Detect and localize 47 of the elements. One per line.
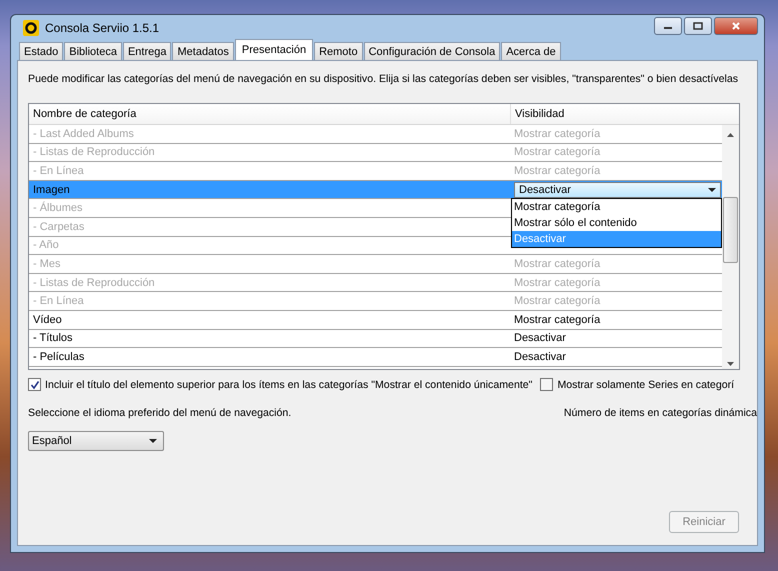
visibility-dropdown[interactable]: Desactivar — [514, 182, 721, 198]
tab[interactable]: Biblioteca — [64, 42, 122, 60]
scroll-thumb[interactable] — [723, 196, 738, 262]
category-cell[interactable]: Vídeo — [29, 310, 511, 329]
category-cell[interactable]: Imagen — [29, 180, 511, 198]
scroll-up-icon[interactable] — [727, 133, 734, 137]
checkbox-label: Incluir el título del elemento superior para los ítems en las categorías "Mostrar el contenido únicamente" — [45, 378, 532, 390]
tab[interactable]: Metadatos — [172, 42, 234, 60]
visibility-cell-text: Desactivar — [513, 350, 567, 365]
category-cell[interactable]: - Títulos — [29, 330, 511, 348]
tab[interactable]: Estado — [19, 42, 64, 60]
visibility-cell-text: Mostrar categoría — [513, 294, 602, 310]
visibility-cell-text: Mostrar categoría — [513, 256, 602, 272]
language-dropdown[interactable]: Español — [28, 431, 164, 451]
dynamic-items-label: Número de items en categorías dinámica — [564, 407, 757, 419]
app-logo-icon — [23, 20, 39, 36]
language-label: Seleccione el idioma preferido del menú de navegación. — [28, 407, 292, 419]
vertical-scrollbar[interactable] — [722, 125, 739, 369]
tab[interactable]: Entrega — [122, 42, 172, 60]
checkbox-label: Mostrar solamente Series en categorí — [557, 378, 734, 390]
checkbox[interactable] — [28, 378, 41, 391]
maximize-button[interactable] — [684, 17, 712, 35]
dropdown-option[interactable]: Mostrar sólo el contenido — [512, 215, 721, 232]
visibility-cell-text: Desactivar — [513, 331, 567, 346]
maximize-icon — [693, 22, 703, 30]
column-header: Visibilidad — [514, 107, 566, 122]
close-icon — [731, 22, 741, 30]
visibility-cell-text: Mostrar categoría — [513, 164, 602, 179]
tab[interactable]: Remoto — [314, 42, 363, 60]
category-cell[interactable]: - Películas — [29, 348, 511, 366]
dropdown-option[interactable]: Mostrar categoría — [512, 199, 721, 216]
checkbox[interactable] — [540, 378, 554, 391]
close-button[interactable] — [714, 17, 758, 35]
minimize-button[interactable] — [654, 17, 682, 35]
visibility-cell-text: Mostrar categoría — [513, 126, 602, 142]
window-title: Consola Serviio 1.5.1 — [45, 20, 160, 34]
column-header: Nombre de categoría — [29, 104, 511, 124]
caret-icon — [708, 188, 716, 192]
scroll-down-icon[interactable] — [727, 362, 734, 366]
tab[interactable]: Acerca de — [501, 42, 561, 60]
visibility-cell-text: Mostrar categoría — [513, 145, 602, 160]
description-text: Puede modificar las categorías del menú de navegación en su dispositivo. Elija si las categorías deben ser visibles, "transparentes" o bien desactívelas — [28, 73, 740, 85]
visibility-cell-text: Mostrar categoría — [513, 312, 602, 328]
tab[interactable]: Presentación — [234, 39, 314, 60]
visibility-cell-text: Mostrar categoría — [513, 276, 602, 291]
caret-icon — [149, 439, 157, 443]
tab[interactable]: Configuración de Consola — [364, 42, 500, 60]
